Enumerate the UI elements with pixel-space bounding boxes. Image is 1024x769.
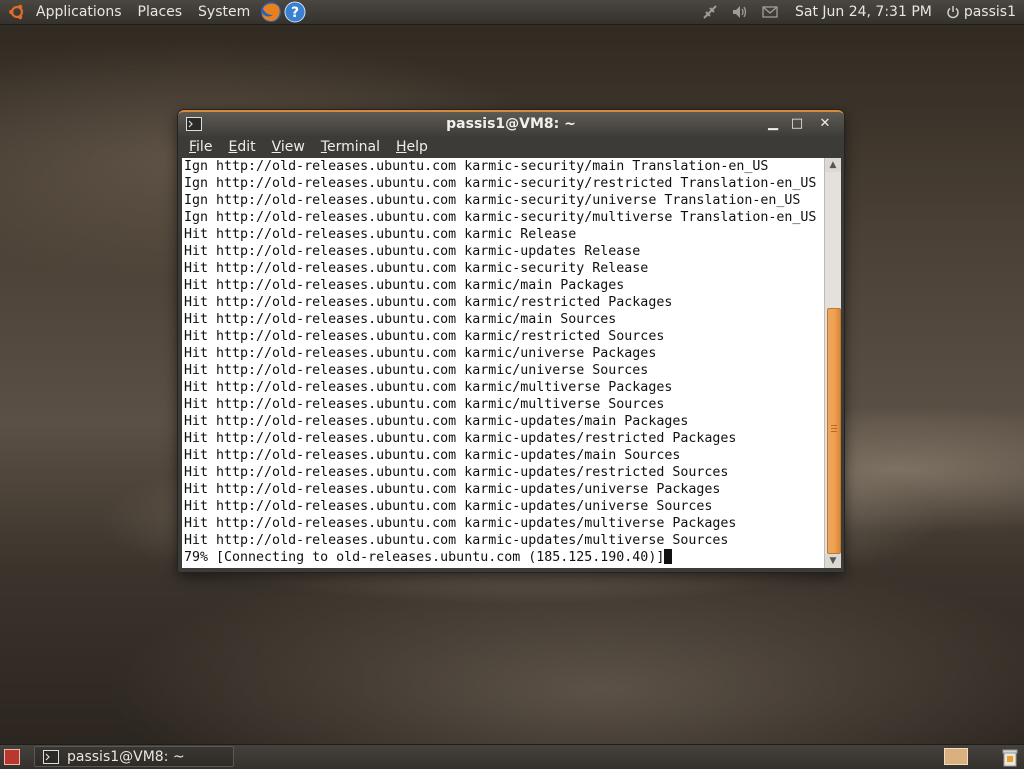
window-titlebar[interactable]: passis1@VM8: ~ ▁ □ ✕ [178, 110, 844, 138]
terminal-line: Hit http://old-releases.ubuntu.com karmi… [184, 448, 681, 463]
system-menu[interactable]: System [190, 0, 258, 24]
terminal-line: Hit http://old-releases.ubuntu.com karmi… [184, 414, 689, 429]
terminal-line: Ign http://old-releases.ubuntu.com karmi… [184, 210, 817, 225]
terminal-text: Ign http://old-releases.ubuntu.com karmi… [182, 158, 824, 566]
terminal-menu[interactable]: Terminal [312, 139, 387, 155]
help-icon[interactable]: ? [284, 1, 306, 23]
trash-icon[interactable] [1000, 747, 1020, 767]
terminal-line: Hit http://old-releases.ubuntu.com karmi… [184, 346, 657, 361]
terminal-window: passis1@VM8: ~ ▁ □ ✕ File Edit View Term… [178, 110, 844, 572]
power-icon [947, 6, 959, 19]
terminal-icon [43, 749, 59, 764]
terminal-line: Hit http://old-releases.ubuntu.com karmi… [184, 431, 737, 446]
terminal-line: Hit http://old-releases.ubuntu.com karmi… [184, 516, 737, 531]
firefox-icon[interactable] [260, 1, 282, 23]
terminal-line: Hit http://old-releases.ubuntu.com karmi… [184, 533, 729, 548]
close-button[interactable]: ✕ [816, 116, 834, 132]
terminal-line: Hit http://old-releases.ubuntu.com karmi… [184, 397, 665, 412]
network-icon[interactable] [701, 3, 719, 21]
edit-menu[interactable]: Edit [219, 139, 262, 155]
svg-text:?: ? [291, 5, 299, 21]
window-title: passis1@VM8: ~ [446, 116, 576, 132]
user-name: passis1 [963, 4, 1016, 20]
terminal-menubar: File Edit View Terminal Help [180, 136, 842, 158]
terminal-line: Hit http://old-releases.ubuntu.com karmi… [184, 380, 673, 395]
terminal-line: Hit http://old-releases.ubuntu.com karmi… [184, 482, 721, 497]
taskbar-window-title: passis1@VM8: ~ [67, 748, 185, 765]
terminal-line: Ign http://old-releases.ubuntu.com karmi… [184, 176, 817, 191]
maximize-button[interactable]: □ [788, 116, 806, 132]
applications-menu[interactable]: Applications [28, 0, 130, 24]
scrollbar-thumb[interactable] [827, 308, 841, 554]
clock[interactable]: Sat Jun 24, 7:31 PM [785, 4, 942, 20]
places-menu[interactable]: Places [130, 0, 191, 24]
terminal-line: Hit http://old-releases.ubuntu.com karmi… [184, 227, 577, 242]
terminal-line: Hit http://old-releases.ubuntu.com karmi… [184, 363, 649, 378]
taskbar-window-button[interactable]: passis1@VM8: ~ [34, 746, 234, 767]
terminal-line: Hit http://old-releases.ubuntu.com karmi… [184, 465, 729, 480]
terminal-line: Hit http://old-releases.ubuntu.com karmi… [184, 278, 625, 293]
vertical-scrollbar[interactable]: ▲ ▼ [824, 158, 841, 568]
show-desktop-button[interactable] [4, 749, 20, 765]
ubuntu-logo-icon[interactable] [8, 3, 26, 21]
user-menu[interactable]: passis1 [942, 4, 1024, 20]
bottom-panel: passis1@VM8: ~ [0, 744, 1024, 769]
scroll-down-arrow-icon[interactable]: ▼ [825, 554, 841, 568]
terminal-line: Ign http://old-releases.ubuntu.com karmi… [184, 193, 801, 208]
view-menu[interactable]: View [263, 139, 312, 155]
terminal-prompt-line: 79% [Connecting to old-releases.ubuntu.c… [184, 550, 665, 565]
terminal-line: Hit http://old-releases.ubuntu.com karmi… [184, 244, 641, 259]
help-menu[interactable]: Help [387, 139, 435, 155]
terminal-line: Hit http://old-releases.ubuntu.com karmi… [184, 295, 673, 310]
file-menu[interactable]: File [180, 139, 219, 155]
top-panel: Applications Places System ? Sat Jun 24,… [0, 0, 1024, 25]
terminal-line: Hit http://old-releases.ubuntu.com karmi… [184, 261, 649, 276]
terminal-line: Ign http://old-releases.ubuntu.com karmi… [184, 159, 769, 174]
terminal-line: Hit http://old-releases.ubuntu.com karmi… [184, 312, 617, 327]
terminal-line: Hit http://old-releases.ubuntu.com karmi… [184, 329, 665, 344]
mail-icon[interactable] [761, 3, 779, 21]
scroll-up-arrow-icon[interactable]: ▲ [825, 158, 841, 172]
workspace-switcher[interactable] [944, 748, 968, 765]
scrollbar-grip [831, 425, 837, 433]
terminal-output[interactable]: Ign http://old-releases.ubuntu.com karmi… [182, 158, 824, 568]
text-cursor [664, 549, 673, 564]
minimize-button[interactable]: ▁ [764, 116, 782, 132]
terminal-line: Hit http://old-releases.ubuntu.com karmi… [184, 499, 713, 514]
volume-icon[interactable] [731, 3, 749, 21]
